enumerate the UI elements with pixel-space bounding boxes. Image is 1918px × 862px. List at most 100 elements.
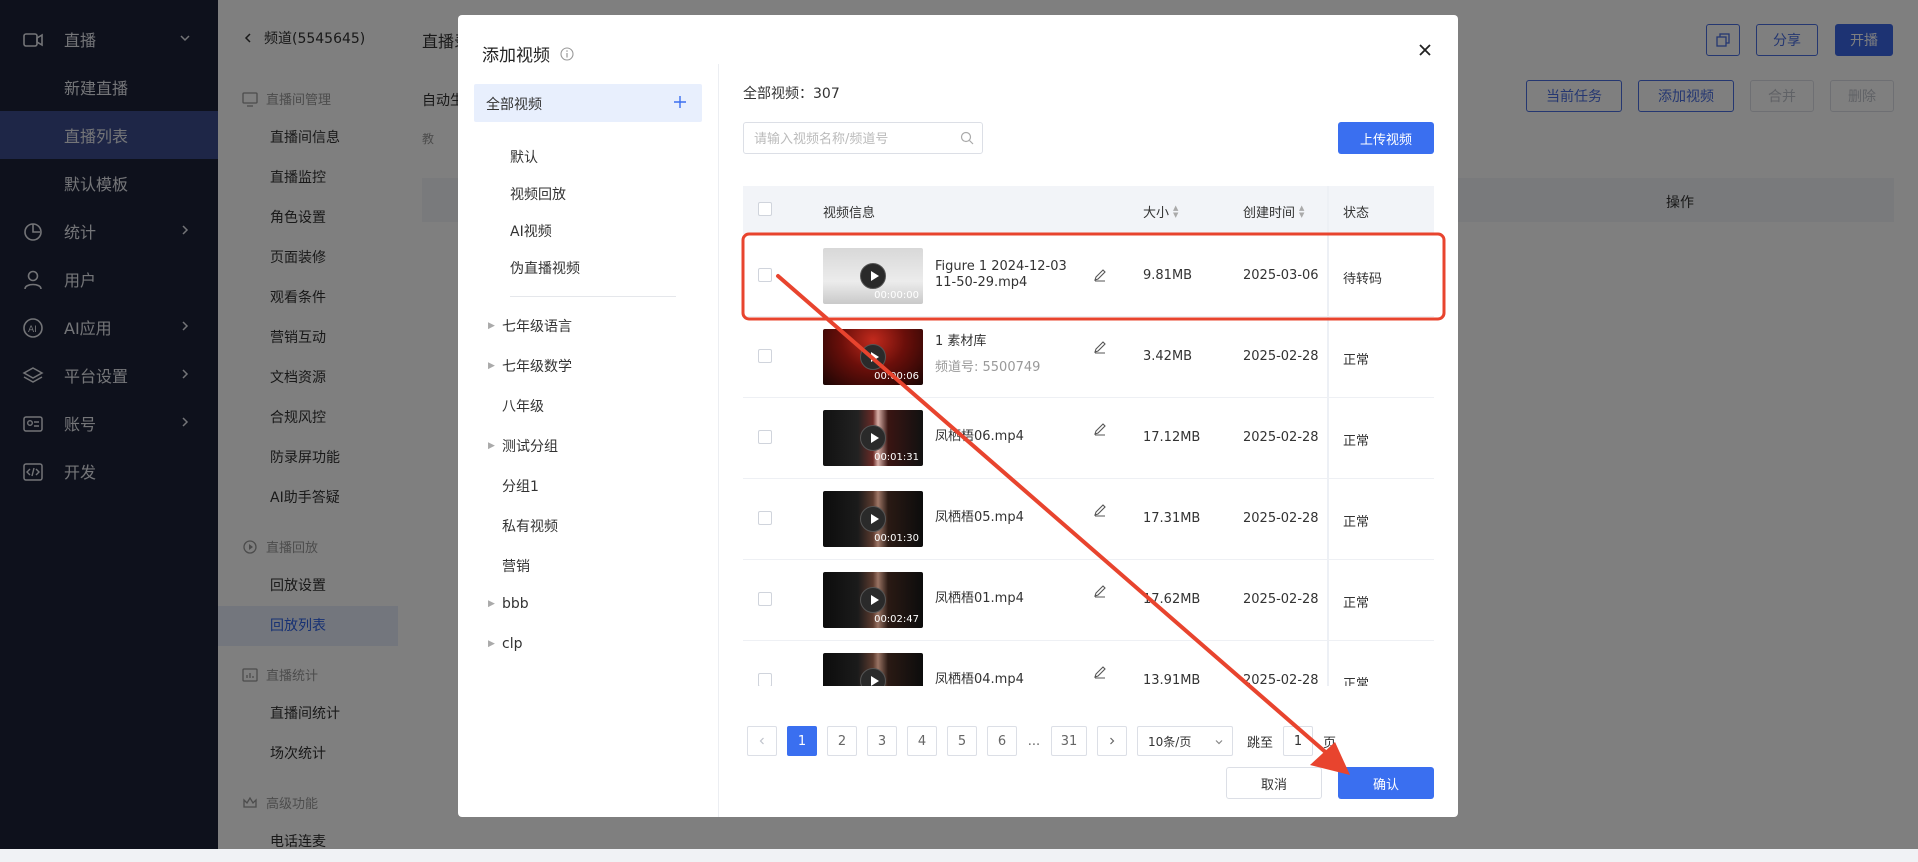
category-pseudo-live[interactable]: 伪直播视频: [510, 258, 580, 278]
table-row[interactable]: 00:01:31 凤栖梧06.mp4 17.12MB 2025-02-28 正常: [743, 397, 1434, 479]
group-clp[interactable]: ▶ clp: [488, 636, 522, 652]
edit-icon[interactable]: [1093, 422, 1107, 436]
video-status: 正常: [1343, 677, 1370, 686]
table-row[interactable]: 00:02:47 凤栖梧01.mp4 17.62MB 2025-02-28 正常: [743, 559, 1434, 641]
group-bbb[interactable]: ▶ bbb: [488, 596, 529, 612]
group-1[interactable]: 分组1: [488, 476, 539, 496]
add-video-dialog: 添加视频 全部视频 默认 视频回放 AI视频 伪直播视频 ▶ 七年级语言 ▶ 七年级…: [458, 15, 1458, 817]
video-size: 13.91MB: [1143, 673, 1201, 686]
video-thumbnail[interactable]: 00:00:00: [823, 248, 923, 304]
sort-icon[interactable]: ▲ ▼: [1299, 204, 1304, 219]
play-icon[interactable]: [860, 344, 886, 370]
page-button[interactable]: 2: [827, 726, 857, 756]
page-button[interactable]: 6: [987, 726, 1017, 756]
group-private[interactable]: 私有视频: [488, 516, 558, 536]
info-icon[interactable]: [560, 46, 574, 61]
video-total-count: 307: [813, 86, 840, 102]
row-checkbox[interactable]: [758, 511, 772, 525]
table-row[interactable]: 凤栖梧04.mp4 13.91MB 2025-02-28 正常: [743, 640, 1434, 686]
cancel-button[interactable]: 取消: [1226, 767, 1322, 799]
category-ai-video[interactable]: AI视频: [510, 221, 552, 241]
column-header-size[interactable]: 大小 ▲ ▼: [1143, 202, 1178, 221]
edit-icon[interactable]: [1093, 340, 1107, 354]
video-size: 9.81MB: [1143, 268, 1193, 283]
expand-icon[interactable]: ▶: [488, 639, 502, 649]
group-label: 七年级语言: [502, 319, 572, 335]
column-header-created[interactable]: 创建时间 ▲ ▼: [1243, 202, 1304, 221]
edit-icon[interactable]: [1093, 503, 1107, 517]
video-thumbnail[interactable]: 00:01:31: [823, 410, 923, 466]
edit-icon[interactable]: [1093, 584, 1107, 598]
group-grade7-math[interactable]: ▶ 七年级数学: [488, 356, 572, 376]
video-thumbnail[interactable]: 00:02:47: [823, 572, 923, 628]
group-label: 分组1: [502, 479, 539, 495]
search-icon[interactable]: [960, 131, 974, 145]
video-name: 凤栖梧01.mp4: [935, 591, 1024, 606]
upload-video-button[interactable]: 上传视频: [1338, 122, 1434, 154]
page-button[interactable]: 1: [787, 726, 817, 756]
page-button[interactable]: 3: [867, 726, 897, 756]
group-grade7-language[interactable]: ▶ 七年级语言: [488, 316, 572, 336]
next-page-button[interactable]: [1097, 726, 1127, 756]
group-test[interactable]: ▶ 测试分组: [488, 436, 558, 456]
close-icon[interactable]: [1416, 41, 1434, 59]
chevron-down-icon: [1215, 740, 1223, 745]
confirm-button[interactable]: 确认: [1338, 767, 1434, 799]
chevron-left-icon: [759, 737, 764, 745]
expand-icon[interactable]: ▶: [488, 361, 502, 371]
category-video-replay[interactable]: 视频回放: [510, 184, 566, 204]
video-size: 17.12MB: [1143, 430, 1201, 445]
column-header-label: 大小: [1143, 206, 1170, 221]
play-icon[interactable]: [860, 668, 886, 686]
video-name: 1 素材库: [935, 334, 987, 349]
video-status: 待转码: [1343, 272, 1383, 287]
play-icon[interactable]: [860, 425, 886, 451]
category-default[interactable]: 默认: [510, 147, 538, 167]
video-thumbnail[interactable]: 00:00:06: [823, 329, 923, 385]
video-size: 17.62MB: [1143, 592, 1201, 607]
expand-icon[interactable]: ▶: [488, 599, 502, 609]
group-grade8[interactable]: 八年级: [488, 396, 544, 416]
column-header-label: 创建时间: [1243, 206, 1296, 221]
expand-icon[interactable]: ▶: [488, 321, 502, 331]
add-category-icon[interactable]: [672, 94, 688, 110]
jump-label: 跳至: [1247, 735, 1274, 751]
table-header: 视频信息 大小 ▲ ▼ 创建时间 ▲ ▼ 状态: [743, 186, 1434, 234]
edit-icon[interactable]: [1093, 268, 1107, 282]
row-checkbox[interactable]: [758, 349, 772, 363]
prev-page-button[interactable]: [747, 726, 777, 756]
table-row[interactable]: 00:00:00 Figure 1 2024-12-03 11-50-29.mp…: [743, 235, 1434, 317]
sort-icon[interactable]: ▲ ▼: [1173, 204, 1178, 219]
page-size-select[interactable]: 10条/页: [1137, 726, 1233, 756]
select-all-checkbox[interactable]: [758, 202, 772, 216]
play-icon[interactable]: [860, 506, 886, 532]
row-checkbox[interactable]: [758, 592, 772, 606]
category-all-videos[interactable]: 全部视频: [474, 84, 702, 122]
jump-page-input[interactable]: [1283, 726, 1314, 756]
chevron-right-icon: [1110, 737, 1115, 745]
edit-icon[interactable]: [1093, 665, 1107, 679]
play-icon[interactable]: [860, 587, 886, 613]
category-label: 全部视频: [486, 97, 542, 113]
play-icon[interactable]: [860, 263, 886, 289]
row-checkbox[interactable]: [758, 673, 772, 686]
video-created: 2025-02-28: [1243, 592, 1319, 607]
group-marketing[interactable]: 营销: [488, 556, 530, 576]
table-row[interactable]: 00:01:30 凤栖梧05.mp4 17.31MB 2025-02-28 正常: [743, 478, 1434, 560]
video-thumbnail[interactable]: 00:01:30: [823, 491, 923, 547]
expand-icon[interactable]: ▶: [488, 441, 502, 451]
page-button[interactable]: 4: [907, 726, 937, 756]
video-thumbnail[interactable]: [823, 653, 923, 686]
row-checkbox[interactable]: [758, 268, 772, 282]
video-table: 视频信息 大小 ▲ ▼ 创建时间 ▲ ▼ 状态 00:00:00 Figure 1 20…: [743, 186, 1434, 686]
page-button[interactable]: 5: [947, 726, 977, 756]
video-status: 正常: [1343, 596, 1370, 611]
video-name: Figure 1 2024-12-03 11-50-29.mp4: [935, 259, 1067, 290]
row-checkbox[interactable]: [758, 430, 772, 444]
group-label: bbb: [502, 596, 529, 612]
search-input[interactable]: [752, 129, 956, 149]
last-page-button[interactable]: 31: [1051, 726, 1087, 756]
table-row[interactable]: 00:00:06 1 素材库 频道号: 5500749 3.42MB 2025-…: [743, 316, 1434, 398]
video-duration: 00:00:06: [874, 371, 919, 382]
search-field: [743, 122, 983, 154]
